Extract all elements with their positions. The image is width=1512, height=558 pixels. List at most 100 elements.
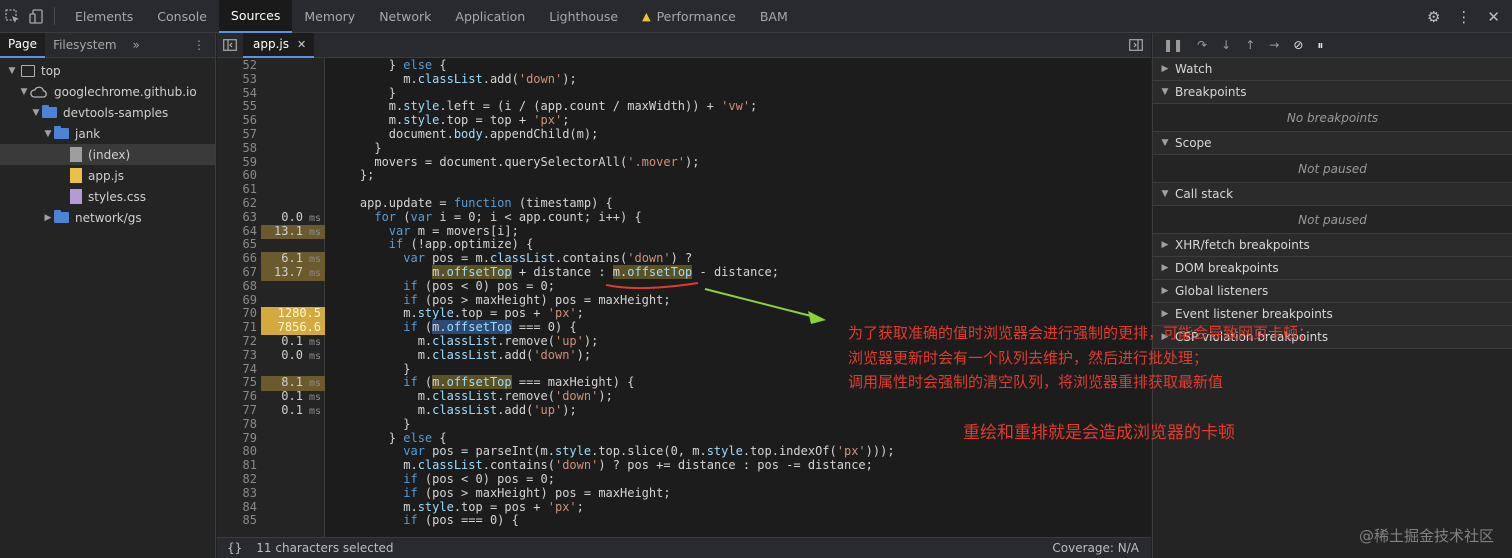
expand-triangle-icon[interactable]: ▼: [1159, 189, 1171, 199]
debugger-section-header[interactable]: ▶ Watch: [1153, 58, 1512, 81]
toggle-debugger-icon[interactable]: [1121, 39, 1151, 51]
collapsed-triangle-icon[interactable]: ▶: [1159, 263, 1171, 273]
code-line[interactable]: 60 };: [217, 169, 1151, 183]
line-number[interactable]: 53: [217, 72, 257, 87]
code-line[interactable]: 63 0.0 ms for (var i = 0; i < app.count; …: [217, 210, 1151, 225]
tab-page[interactable]: Page: [0, 32, 46, 58]
code-line[interactable]: 67 13.7 ms m.offsetTop + distance : m.off…: [217, 265, 1151, 281]
line-number[interactable]: 83: [217, 486, 257, 501]
code-line[interactable]: 85 if (pos === 0) {: [217, 513, 1151, 528]
line-number[interactable]: 73: [217, 348, 257, 363]
line-number[interactable]: 58: [217, 141, 257, 156]
settings-gear-icon[interactable]: ⚙: [1427, 8, 1440, 26]
editor-tab-app-js[interactable]: app.js ✕: [243, 32, 315, 58]
close-tab-icon[interactable]: ✕: [297, 38, 306, 51]
expand-triangle-icon[interactable]: ▼: [6, 66, 18, 76]
deactivate-breakpoints-icon[interactable]: ⊘: [1293, 38, 1303, 52]
collapsed-triangle-icon[interactable]: ▶: [1159, 240, 1171, 250]
line-number[interactable]: 65: [217, 238, 257, 252]
code-line[interactable]: 70 1280.5 m.style.top = pos + 'px';: [217, 306, 1151, 322]
more-tabs-chevron-icon[interactable]: »: [125, 38, 148, 52]
tab-filesystem[interactable]: Filesystem: [45, 33, 124, 58]
tree-item-app-js[interactable]: app.js: [0, 165, 215, 186]
coverage-status[interactable]: Coverage: N/A: [1052, 541, 1151, 555]
debugger-section-header[interactable]: ▶ XHR/fetch breakpoints: [1153, 234, 1512, 257]
tree-item-domain[interactable]: ▼ googlechrome.github.io: [0, 81, 215, 102]
inspect-element-icon[interactable]: [0, 0, 24, 33]
code-line[interactable]: 65 if (!app.optimize) {: [217, 237, 1151, 252]
expand-triangle-icon[interactable]: ▶: [1159, 64, 1171, 74]
collapsed-triangle-icon[interactable]: ▶: [1159, 309, 1171, 319]
tree-item-devtools-samples[interactable]: ▼ devtools-samples: [0, 102, 215, 123]
collapsed-triangle-icon[interactable]: ▶: [42, 213, 54, 223]
line-number[interactable]: 64: [217, 224, 257, 239]
line-number[interactable]: 71: [217, 320, 257, 335]
tab-sources[interactable]: Sources: [218, 0, 293, 33]
code-line[interactable]: 58 }: [217, 141, 1151, 156]
tab-memory[interactable]: Memory: [292, 0, 367, 33]
line-number[interactable]: 75: [217, 376, 257, 390]
step-over-icon[interactable]: ↷: [1197, 38, 1207, 52]
tree-item-index[interactable]: (index): [0, 144, 215, 165]
code-line[interactable]: 82 if (pos < 0) pos = 0;: [217, 472, 1151, 487]
code-line[interactable]: 83 if (pos > maxHeight) pos = maxHeight;: [217, 486, 1151, 501]
tab-lighthouse[interactable]: Lighthouse: [537, 0, 630, 33]
expand-triangle-icon[interactable]: ▼: [18, 87, 30, 97]
debugger-section-header[interactable]: ▼ Call stack: [1153, 183, 1512, 206]
line-number[interactable]: 84: [217, 500, 257, 515]
code-line[interactable]: 54 }: [217, 86, 1151, 101]
code-line[interactable]: 64 13.1 ms var m = movers[i];: [217, 224, 1151, 240]
device-toolbar-icon[interactable]: [24, 0, 48, 33]
code-line[interactable]: 69 if (pos > maxHeight) pos = maxHeight;: [217, 293, 1151, 308]
code-line[interactable]: 55 m.style.left = (i / (app.count / maxW…: [217, 99, 1151, 114]
line-number[interactable]: 60: [217, 169, 257, 183]
code-line[interactable]: 52 } else {: [217, 58, 1151, 73]
navigator-menu-icon[interactable]: ⋮: [183, 38, 215, 52]
line-number[interactable]: 69: [217, 293, 257, 308]
line-number[interactable]: 74: [217, 362, 257, 377]
collapsed-triangle-icon[interactable]: ▶: [1159, 286, 1171, 296]
expand-triangle-icon[interactable]: ▼: [30, 108, 42, 118]
line-number[interactable]: 67: [217, 265, 257, 280]
tab-elements[interactable]: Elements: [63, 0, 145, 33]
line-number[interactable]: 57: [217, 127, 257, 142]
line-number[interactable]: 62: [217, 196, 257, 211]
line-number[interactable]: 80: [217, 445, 257, 459]
more-options-icon[interactable]: ⋮: [1456, 8, 1471, 26]
code-line[interactable]: 62 app.update = function (timestamp) {: [217, 196, 1151, 211]
line-number[interactable]: 77: [217, 403, 257, 418]
expand-triangle-icon[interactable]: ▼: [1159, 138, 1171, 148]
code-line[interactable]: 53 m.classList.add('down');: [217, 72, 1151, 87]
code-line[interactable]: 80 var pos = parseInt(m.style.top.slice(…: [217, 444, 1151, 459]
code-line[interactable]: 84 m.style.top = pos + 'px';: [217, 500, 1151, 515]
line-number[interactable]: 76: [217, 389, 257, 404]
code-line[interactable]: 57 document.body.appendChild(m);: [217, 127, 1151, 142]
line-number[interactable]: 85: [217, 514, 257, 528]
expand-triangle-icon[interactable]: ▼: [42, 129, 54, 139]
code-line[interactable]: 66 6.1 ms var pos = m.classList.contains(…: [217, 251, 1151, 267]
tree-item-styles-css[interactable]: styles.css: [0, 186, 215, 207]
step-into-icon[interactable]: ↓: [1221, 38, 1231, 52]
line-number[interactable]: 81: [217, 458, 257, 473]
line-number[interactable]: 82: [217, 472, 257, 487]
expand-triangle-icon[interactable]: ▼: [1159, 87, 1171, 97]
pause-icon[interactable]: ❚❚: [1163, 38, 1183, 52]
code-line[interactable]: 59 movers = document.querySelectorAll('.…: [217, 155, 1151, 170]
line-number[interactable]: 52: [217, 58, 257, 73]
step-out-icon[interactable]: ↑: [1245, 38, 1255, 52]
line-number[interactable]: 68: [217, 279, 257, 294]
code-area[interactable]: 52 } else {53 m.classList.add('down'); 54…: [217, 58, 1151, 537]
step-icon[interactable]: →: [1269, 38, 1279, 52]
tab-performance[interactable]: ▲ Performance: [630, 0, 748, 33]
debugger-section-header[interactable]: ▶ Global listeners: [1153, 280, 1512, 303]
line-number[interactable]: 55: [217, 100, 257, 114]
line-number[interactable]: 63: [217, 210, 257, 225]
code-line[interactable]: 76 0.1 ms m.classList.remove('down');: [217, 389, 1151, 404]
tree-item-jank[interactable]: ▼ jank: [0, 123, 215, 144]
toggle-navigator-icon[interactable]: [217, 39, 243, 51]
line-number[interactable]: 54: [217, 86, 257, 101]
line-number[interactable]: 61: [217, 182, 257, 197]
tab-bam[interactable]: BAM: [748, 0, 800, 33]
line-number[interactable]: 66: [217, 251, 257, 266]
code-line[interactable]: 56 m.style.top = top + 'px';: [217, 113, 1151, 128]
